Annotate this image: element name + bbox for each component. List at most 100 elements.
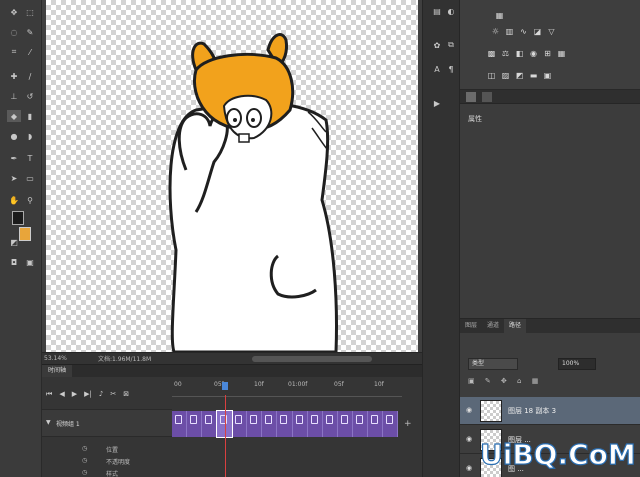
- paragraph-panel-icon[interactable]: ¶: [445, 64, 457, 74]
- history-panel-icon[interactable]: ▤: [431, 6, 443, 16]
- quick-mask-icon[interactable]: ◘: [7, 256, 21, 268]
- zoom-level[interactable]: 53.14%: [44, 355, 72, 362]
- timeline-frame[interactable]: [338, 411, 353, 437]
- curves-icon[interactable]: ∿: [518, 26, 529, 36]
- quick-select-tool-icon[interactable]: ✎: [23, 26, 37, 38]
- selective-color-icon[interactable]: ▣: [542, 70, 553, 80]
- channel-mixer-icon[interactable]: ⊞: [542, 48, 553, 58]
- brush-panel-icon[interactable]: ✿: [431, 40, 443, 50]
- zoom-tool-icon[interactable]: ⚲: [23, 194, 37, 206]
- tab-timeline[interactable]: 时间轴: [42, 365, 73, 377]
- timeline-frame[interactable]: [293, 411, 308, 437]
- timeline-frame[interactable]: [277, 411, 293, 437]
- timeline-frame[interactable]: [383, 411, 398, 437]
- timeline-frame[interactable]: [308, 411, 323, 437]
- color-lookup-icon[interactable]: ▦: [556, 48, 567, 58]
- shape-tool-icon[interactable]: ▭: [23, 172, 37, 184]
- timeline-frame[interactable]: [353, 411, 368, 437]
- layers-tabbar: 图层 通道 路径: [460, 319, 640, 333]
- stamp-tool-icon[interactable]: ⊥: [7, 90, 21, 102]
- frame-strip[interactable]: [172, 410, 398, 438]
- tools-panel: ✥ ⬚ ◌ ✎ ⌗ ⁄ ✚ ∕ ⊥ ↺ ◆ ▮ ● ◗ ✒ T ➤ ▭ ✋ ⚲ …: [0, 0, 42, 477]
- history-brush-tool-icon[interactable]: ↺: [23, 90, 37, 102]
- pen-tool-icon[interactable]: ✒: [7, 152, 21, 164]
- transition-icon[interactable]: ⊠: [123, 390, 129, 398]
- timeline-frame[interactable]: [202, 411, 218, 437]
- screen-mode-icon[interactable]: ▣: [23, 256, 37, 268]
- photo-filter-icon[interactable]: ◉: [528, 48, 539, 58]
- stopwatch-icon[interactable]: ◷: [82, 445, 87, 452]
- brightness-icon[interactable]: ☼: [490, 26, 501, 36]
- cartoon-illustration: [168, 33, 338, 352]
- exposure-icon[interactable]: ◪: [532, 26, 543, 36]
- blur-tool-icon[interactable]: ●: [7, 130, 21, 142]
- posterize-icon[interactable]: ▨: [500, 70, 511, 80]
- adjust-icon[interactable]: ▦: [494, 10, 505, 20]
- prev-frame-icon[interactable]: ◀: [59, 390, 64, 398]
- timeline-frame[interactable]: [323, 411, 338, 437]
- crop-tool-icon[interactable]: ⌗: [7, 46, 21, 58]
- playhead-handle[interactable]: [222, 382, 228, 390]
- timeline-frame[interactable]: [368, 411, 383, 437]
- track-property-row[interactable]: ◷ 位置: [42, 443, 172, 455]
- track-header[interactable]: ▼ 视频组 1: [42, 409, 172, 437]
- track-property-row[interactable]: ◷ 不透明度: [42, 455, 172, 467]
- split-icon[interactable]: ✂: [110, 390, 116, 398]
- lasso-tool-icon[interactable]: ◌: [7, 26, 21, 38]
- track-property-row[interactable]: ◷ 样式: [42, 467, 172, 477]
- timeline-frame[interactable]: [247, 411, 263, 437]
- clone-panel-icon[interactable]: ⧉: [445, 40, 457, 50]
- foreground-color-swatch[interactable]: [12, 211, 24, 225]
- eye-icon[interactable]: ◉: [466, 406, 472, 414]
- tab-layers[interactable]: 图层: [460, 319, 482, 333]
- path-select-tool-icon[interactable]: ➤: [7, 172, 21, 184]
- dodge-tool-icon[interactable]: ◗: [23, 130, 37, 142]
- eyedropper-tool-icon[interactable]: ⁄: [23, 46, 37, 58]
- stopwatch-icon[interactable]: ◷: [82, 457, 87, 464]
- hue-icon[interactable]: ▩: [486, 48, 497, 58]
- invert-icon[interactable]: ◫: [486, 70, 497, 80]
- canvas[interactable]: [46, 0, 418, 352]
- layer-lock-icons[interactable]: ▣ ✎ ✥ ⌂ ▦: [468, 377, 588, 387]
- audio-icon[interactable]: ♪: [99, 390, 103, 398]
- default-colors-icon[interactable]: ◩: [7, 236, 21, 248]
- timeline-frame[interactable]: [262, 411, 278, 437]
- layer-row[interactable]: ◉ 图层 18 副本 3: [460, 397, 640, 425]
- add-track-icon[interactable]: +: [404, 419, 412, 429]
- gradient-map-icon[interactable]: ▬: [528, 70, 539, 80]
- info-tab[interactable]: [482, 91, 492, 102]
- play-icon[interactable]: ▶: [72, 390, 77, 398]
- layer-filter-select[interactable]: 类型: [468, 358, 518, 370]
- bw-icon[interactable]: ◧: [514, 48, 525, 58]
- property-name: 位置: [106, 447, 119, 454]
- first-frame-icon[interactable]: ⏮: [46, 390, 52, 399]
- properties-tab[interactable]: [466, 91, 476, 102]
- brush-tool-icon[interactable]: ∕: [23, 70, 37, 82]
- ruler-label: 10f: [254, 381, 264, 388]
- tab-channels[interactable]: 通道: [482, 319, 504, 333]
- hand-tool-icon[interactable]: ✋: [7, 194, 21, 206]
- timeline-frame[interactable]: [232, 411, 248, 437]
- healing-tool-icon[interactable]: ✚: [7, 70, 21, 82]
- actions-panel-icon[interactable]: ▶: [431, 98, 443, 108]
- timeline-frame[interactable]: [187, 411, 203, 437]
- horizontal-scrollbar[interactable]: [252, 356, 372, 362]
- tab-paths[interactable]: 路径: [504, 319, 527, 333]
- type-tool-icon[interactable]: T: [23, 152, 37, 164]
- layer-opacity-field[interactable]: 100%: [558, 358, 596, 370]
- next-frame-icon[interactable]: ▶|: [84, 390, 92, 398]
- stopwatch-icon[interactable]: ◷: [82, 469, 87, 476]
- color-panel-icon[interactable]: ◐: [445, 6, 457, 16]
- gradient-tool-icon[interactable]: ▮: [23, 110, 37, 122]
- timeline-frame[interactable]: [172, 411, 188, 437]
- marquee-tool-icon[interactable]: ⬚: [23, 6, 37, 18]
- vibrance-icon[interactable]: ▽: [546, 26, 557, 36]
- color-balance-icon[interactable]: ⚖: [500, 48, 511, 58]
- eraser-tool-icon[interactable]: ◆: [7, 110, 21, 122]
- levels-icon[interactable]: ▥: [504, 26, 515, 36]
- expand-arrow-icon[interactable]: ▼: [46, 419, 51, 426]
- character-panel-icon[interactable]: A: [431, 64, 443, 74]
- time-ruler[interactable]: 00 05f 10f 01:00f 05f 10f: [172, 379, 402, 397]
- threshold-icon[interactable]: ◩: [514, 70, 525, 80]
- move-tool-icon[interactable]: ✥: [7, 6, 21, 18]
